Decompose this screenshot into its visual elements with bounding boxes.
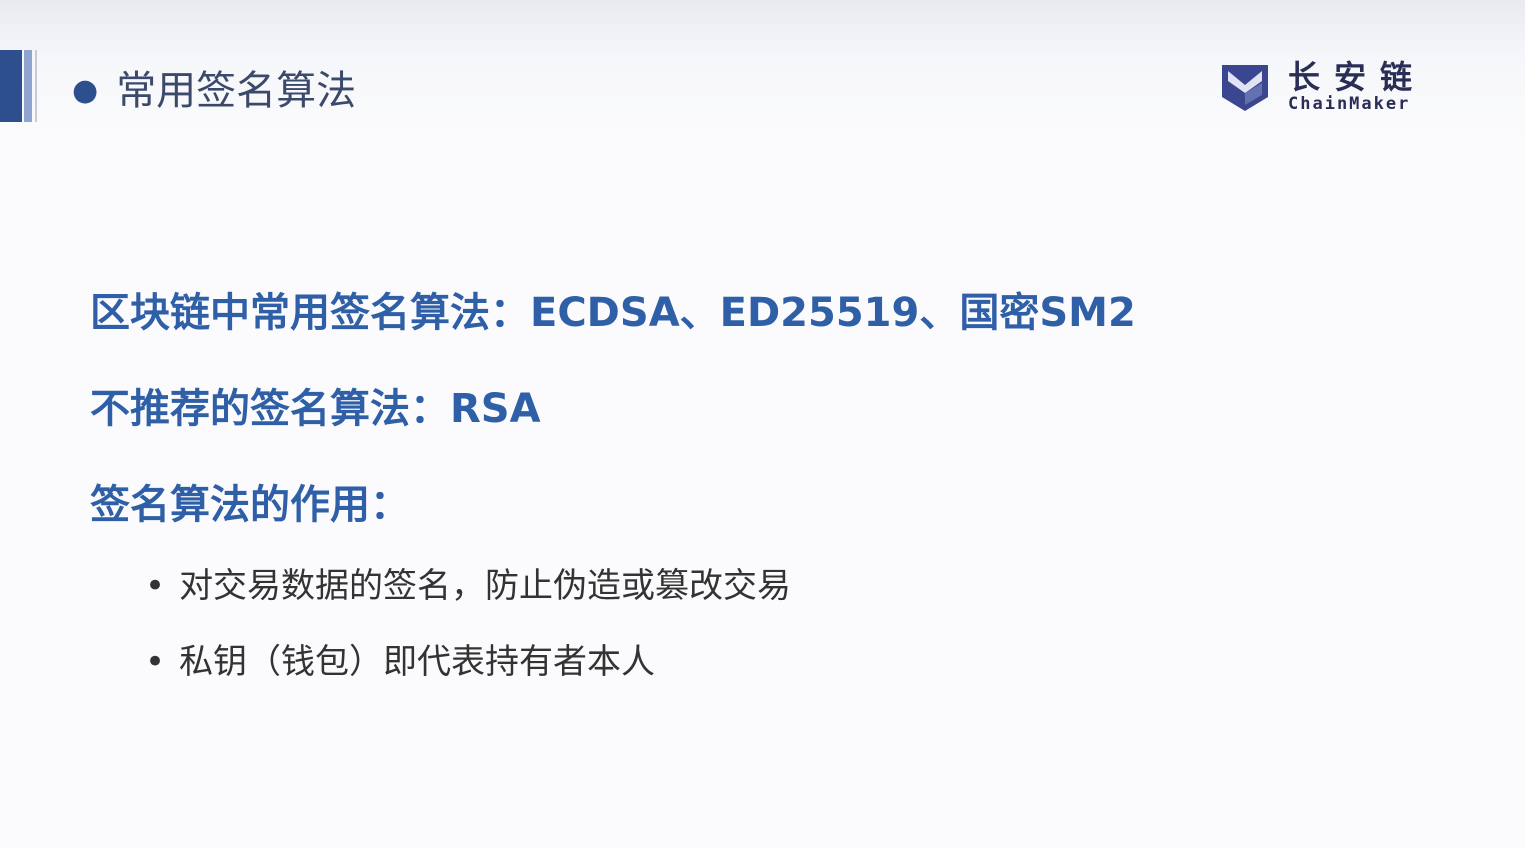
common-algorithms: 区块链中常用签名算法：ECDSA、ED25519、国密SM2 bbox=[90, 290, 1136, 336]
bullet-icon: • bbox=[145, 566, 166, 606]
logo-cn: 长安链 bbox=[1288, 58, 1427, 96]
bullet-icon: • bbox=[145, 642, 166, 682]
decor-bar bbox=[0, 50, 22, 122]
bullet-icon: ● bbox=[72, 73, 99, 108]
not-recommended: 不推荐的签名算法：RSA bbox=[90, 386, 541, 432]
slide-title: ● 常用签名算法 bbox=[72, 58, 356, 116]
decor-bar bbox=[24, 50, 32, 122]
list-item: • 私钥（钱包）即代表持有者本人 bbox=[145, 634, 655, 683]
purpose-heading: 签名算法的作用： bbox=[90, 482, 410, 528]
logo-icon bbox=[1222, 65, 1268, 111]
logo-en: ChainMaker bbox=[1288, 94, 1411, 114]
list-item-text: 对交易数据的签名，防止伪造或篡改交易 bbox=[179, 566, 792, 606]
list-item-text: 私钥（钱包）即代表持有者本人 bbox=[179, 642, 656, 682]
slide-title-text: 常用签名算法 bbox=[116, 68, 357, 114]
decor-bar bbox=[35, 50, 37, 122]
list-item: • 对交易数据的签名，防止伪造或篡改交易 bbox=[145, 558, 791, 607]
chainmaker-logo: 长安链 ChainMaker bbox=[1220, 60, 1426, 114]
